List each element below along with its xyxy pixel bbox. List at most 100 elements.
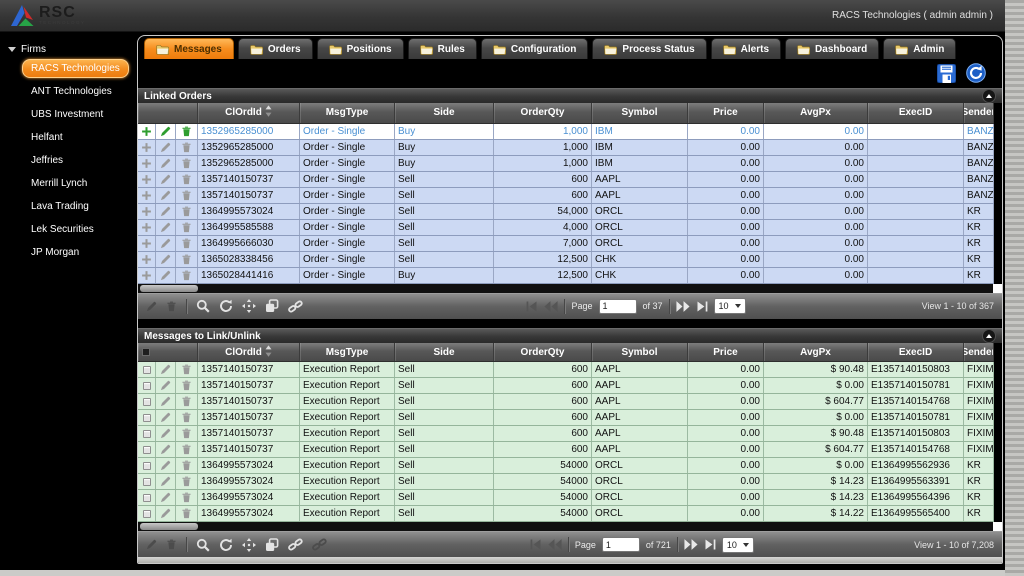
tab-dashboard[interactable]: Dashboard (785, 38, 880, 60)
table-row[interactable]: 1357140150737 Order - Single Sell 600 AAPL 0.… (138, 187, 994, 204)
column-header-clordid[interactable]: ClOrdId (198, 343, 300, 362)
sidebar-firm-item[interactable]: Merrill Lynch (22, 174, 96, 193)
select-all-checkbox[interactable] (142, 348, 150, 357)
row-checkbox[interactable] (138, 394, 156, 410)
edit-row-icon[interactable] (156, 235, 176, 251)
sort-icon[interactable] (265, 345, 272, 360)
column-header-orderqty[interactable]: OrderQty (494, 102, 592, 123)
delete-row-icon[interactable] (176, 442, 198, 458)
scrollbar-thumb[interactable] (140, 284, 198, 292)
column-header-sender[interactable]: Sender (964, 102, 994, 123)
duplicate-icon[interactable] (265, 299, 279, 313)
table-row[interactable]: 1352965285000 Order - Single Buy 1,000 IBM 0.… (138, 155, 994, 172)
save-icon[interactable] (937, 63, 956, 83)
delete-row-icon[interactable] (176, 490, 198, 506)
first-page-icon[interactable] (526, 301, 538, 312)
column-header-orderqty[interactable]: OrderQty (494, 343, 592, 362)
table-row[interactable]: 1352965285000 Order - Single Buy 1,000 IBM 0.… (138, 139, 994, 156)
row-checkbox[interactable] (138, 426, 156, 442)
sidebar-firm-item[interactable]: UBS Investment (22, 105, 112, 124)
column-header-price[interactable]: Price (688, 102, 764, 123)
table-row[interactable]: 1365028441416 Order - Single Buy 12,500 CHK 0… (138, 267, 994, 284)
table-row[interactable]: 1357140150737 Order - Single Sell 600 AAPL 0.… (138, 171, 994, 188)
edit-row-icon[interactable] (156, 426, 176, 442)
table-row[interactable]: 1364995573024 Execution Report Sell 54000 OR… (138, 474, 994, 491)
delete-row-icon[interactable] (176, 123, 198, 139)
column-header-sender[interactable]: Sender (964, 343, 994, 362)
unlink-icon[interactable] (312, 538, 327, 551)
sidebar-firm-item[interactable]: Lek Securities (22, 220, 103, 239)
page-size-select[interactable]: 10 (713, 298, 746, 315)
sidebar-firm-item[interactable]: Lava Trading (22, 197, 98, 216)
add-row-icon[interactable] (138, 235, 156, 251)
column-header-clordid[interactable]: ClOrdId (198, 102, 300, 123)
edit-row-icon[interactable] (156, 410, 176, 426)
sidebar-firm-item[interactable]: JP Morgan (22, 243, 88, 262)
tab-admin[interactable]: Admin (883, 38, 957, 60)
delete-row-icon[interactable] (176, 378, 198, 394)
table-row[interactable]: 1364995585588 Order - Single Sell 4,000 ORCL… (138, 219, 994, 236)
edit-row-icon[interactable] (156, 490, 176, 506)
tab-orders[interactable]: Orders (237, 38, 313, 60)
table-row[interactable]: 1357140150737 Execution Report Sell 600 AAPL… (138, 410, 994, 427)
add-row-icon[interactable] (138, 123, 156, 139)
column-header-msgtype[interactable]: MsgType (300, 102, 395, 123)
sidebar-firm-item[interactable]: ANT Technologies (22, 82, 121, 101)
table-row[interactable]: 1364995573024 Execution Report Sell 54000 OR… (138, 458, 994, 475)
search-icon[interactable] (196, 538, 210, 552)
firms-tree-root[interactable]: Firms (0, 32, 135, 59)
edit-row-icon[interactable] (156, 458, 176, 474)
column-header-price[interactable]: Price (688, 343, 764, 362)
edit-row-icon[interactable] (156, 219, 176, 235)
edit-row-icon[interactable] (156, 155, 176, 171)
move-icon[interactable] (242, 537, 256, 552)
add-row-icon[interactable] (138, 219, 156, 235)
last-page-icon[interactable] (696, 301, 708, 312)
edit-row-icon[interactable] (156, 171, 176, 187)
page-number-input[interactable] (598, 298, 637, 314)
row-checkbox[interactable] (138, 490, 156, 506)
edit-row-icon[interactable] (156, 442, 176, 458)
delete-row-icon[interactable] (176, 267, 198, 283)
delete-row-icon[interactable] (176, 171, 198, 187)
page-number-input[interactable] (601, 537, 640, 553)
delete-row-icon[interactable] (176, 506, 198, 522)
edit-row-icon[interactable] (156, 123, 176, 139)
page-size-select[interactable]: 10 (721, 536, 754, 553)
row-checkbox[interactable] (138, 442, 156, 458)
link-icon[interactable] (288, 300, 303, 313)
refresh-icon[interactable] (966, 63, 986, 84)
delete-row-icon[interactable] (176, 458, 198, 474)
tab-positions[interactable]: Positions (316, 38, 404, 60)
delete-icon[interactable] (166, 301, 177, 312)
edit-icon[interactable] (146, 539, 157, 550)
delete-icon[interactable] (166, 539, 177, 550)
row-checkbox[interactable] (138, 458, 156, 474)
next-page-icon[interactable] (675, 300, 690, 312)
edit-row-icon[interactable] (156, 362, 176, 378)
move-icon[interactable] (242, 299, 256, 314)
table-row[interactable]: 1364995666030 Order - Single Sell 7,000 ORCL… (138, 235, 994, 252)
column-header-avgpx[interactable]: AvgPx (764, 102, 868, 123)
table-row[interactable]: 1357140150737 Execution Report Sell 600 AAPL… (138, 378, 994, 395)
table-row[interactable]: 1357140150737 Execution Report Sell 600 AAPL… (138, 426, 994, 443)
edit-row-icon[interactable] (156, 187, 176, 203)
add-row-icon[interactable] (138, 187, 156, 203)
column-header-execid[interactable]: ExecID (868, 102, 964, 123)
tab-alerts[interactable]: Alerts (710, 38, 782, 60)
edit-icon[interactable] (146, 301, 157, 312)
delete-row-icon[interactable] (176, 187, 198, 203)
prev-page-icon[interactable] (544, 300, 559, 312)
add-row-icon[interactable] (138, 139, 156, 155)
edit-row-icon[interactable] (156, 267, 176, 283)
table-row[interactable]: 1357140150737 Execution Report Sell 600 AAPL… (138, 442, 994, 459)
prev-page-icon[interactable] (548, 539, 562, 551)
add-row-icon[interactable] (138, 155, 156, 171)
add-row-icon[interactable] (138, 251, 156, 267)
row-checkbox[interactable] (138, 378, 156, 394)
edit-row-icon[interactable] (156, 474, 176, 490)
table-row[interactable]: 1364995573024 Execution Report Sell 54000 OR… (138, 506, 994, 523)
sort-icon[interactable] (265, 105, 272, 120)
last-page-icon[interactable] (704, 539, 716, 550)
link-icon[interactable] (288, 538, 303, 551)
